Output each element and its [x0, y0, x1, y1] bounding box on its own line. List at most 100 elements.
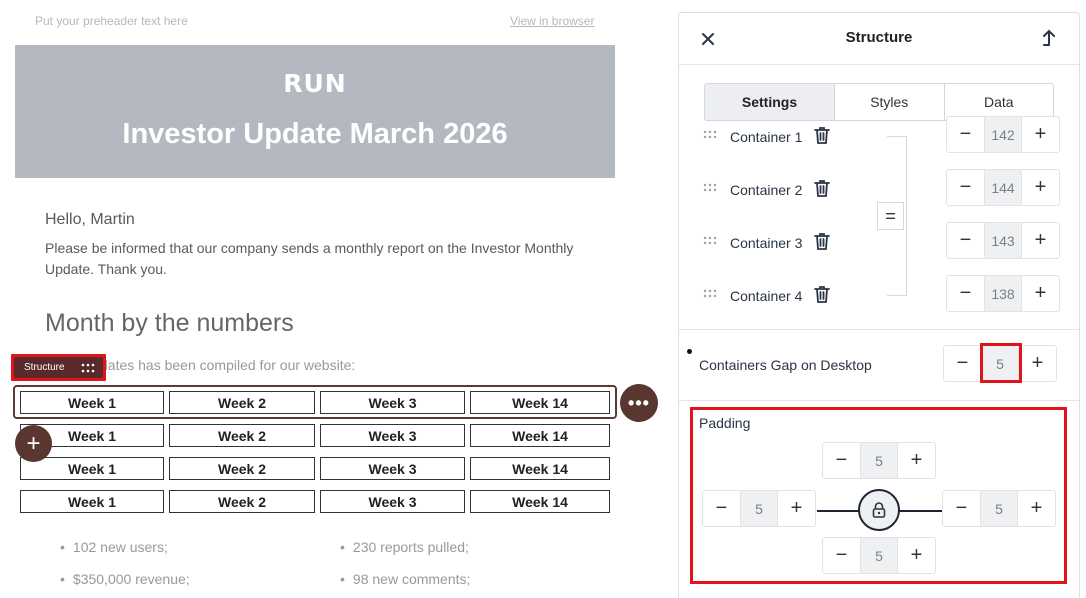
view-in-browser-link[interactable]: View in browser: [510, 14, 594, 28]
container-width-value[interactable]: 143: [984, 223, 1022, 258]
week-cell[interactable]: Week 14: [470, 424, 610, 447]
preheader-text: Put your preheader text here: [35, 14, 188, 28]
week-cell[interactable]: Week 14: [470, 457, 610, 480]
structure-tag[interactable]: Structure: [11, 354, 106, 381]
padding-left-value[interactable]: 5: [740, 491, 778, 526]
trash-icon[interactable]: [812, 178, 832, 198]
padding-top-value[interactable]: 5: [860, 443, 898, 478]
container-width-stepper: − 142 +: [946, 116, 1060, 153]
trash-icon[interactable]: [812, 125, 832, 145]
decrement-button[interactable]: −: [947, 223, 984, 258]
week-row: Week 1 Week 2 Week 3 Week 14: [20, 490, 610, 513]
trash-icon[interactable]: [812, 284, 832, 304]
container-label: Container 2: [730, 182, 803, 198]
list-item: 230 reports pulled;: [340, 531, 620, 563]
week-cell[interactable]: Week 1: [20, 490, 164, 513]
decrement-button[interactable]: −: [947, 117, 984, 152]
padding-lock-button[interactable]: [858, 489, 900, 531]
drag-handle-icon[interactable]: [703, 130, 717, 139]
add-block-button[interactable]: +: [15, 425, 52, 462]
decrement-button[interactable]: −: [823, 538, 860, 573]
week-cell[interactable]: Week 3: [320, 490, 465, 513]
divider: [679, 329, 1079, 330]
lock-icon: [872, 502, 886, 518]
increment-button[interactable]: +: [1022, 276, 1059, 311]
padding-label: Padding: [699, 415, 751, 431]
divider: [679, 400, 1079, 401]
tab-data[interactable]: Data: [945, 84, 1054, 120]
week-cell[interactable]: Week 3: [320, 457, 465, 480]
increment-button[interactable]: +: [1018, 491, 1055, 526]
week-cell[interactable]: Week 2: [169, 424, 315, 447]
drag-handle-icon[interactable]: [703, 183, 717, 192]
increment-button[interactable]: +: [898, 538, 935, 573]
week-cell[interactable]: Week 14: [470, 490, 610, 513]
containers-gap-label: Containers Gap on Desktop: [699, 357, 872, 373]
container-width-stepper: − 144 +: [946, 169, 1060, 206]
hero-banner: RUN Investor Update March 2026: [15, 45, 615, 178]
list-item: $350,000 revenue;: [60, 563, 340, 595]
section-title: Month by the numbers: [45, 309, 294, 337]
increment-button[interactable]: +: [1019, 346, 1056, 381]
increment-button[interactable]: +: [898, 443, 935, 478]
container-width-stepper: − 138 +: [946, 275, 1060, 312]
week-cell[interactable]: Week 3: [320, 424, 465, 447]
drag-handle-icon[interactable]: [81, 363, 95, 373]
padding-right-value[interactable]: 5: [980, 491, 1018, 526]
panel-title: Structure: [845, 29, 913, 46]
tab-settings[interactable]: Settings: [705, 84, 835, 120]
panel-header: Structure: [679, 13, 1079, 65]
decrement-button[interactable]: −: [943, 491, 980, 526]
increment-button[interactable]: +: [1022, 117, 1059, 152]
stats-bullets: 102 new users; 230 reports pulled; $350,…: [60, 531, 620, 595]
padding-right-stepper: − 5 +: [942, 490, 1056, 527]
padding-top-stepper: − 5 +: [822, 442, 936, 479]
increment-button[interactable]: +: [778, 491, 815, 526]
padding-bottom-stepper: − 5 +: [822, 537, 936, 574]
week-row: Week 1 Week 2 Week 3 Week 14: [20, 424, 610, 447]
week-cell[interactable]: Week 1: [20, 391, 164, 414]
week-cell[interactable]: Week 2: [169, 490, 315, 513]
tab-styles[interactable]: Styles: [835, 84, 945, 120]
padding-left-stepper: − 5 +: [702, 490, 816, 527]
bullet-dot: [687, 349, 692, 354]
container-width-value[interactable]: 142: [984, 117, 1022, 152]
more-options-button[interactable]: •••: [620, 384, 658, 422]
decrement-button[interactable]: −: [823, 443, 860, 478]
decrement-button[interactable]: −: [944, 346, 981, 381]
week-cell[interactable]: Week 3: [320, 391, 465, 414]
week-grid: Week 1 Week 2 Week 3 Week 14 Week 1 Week…: [20, 391, 610, 523]
week-cell[interactable]: Week 2: [169, 391, 315, 414]
increment-button[interactable]: +: [1022, 223, 1059, 258]
greeting-text: Hello, Martin: [45, 211, 135, 228]
trash-icon[interactable]: [812, 231, 832, 251]
increment-button[interactable]: +: [1022, 170, 1059, 205]
structure-tag-label: Structure: [24, 362, 65, 373]
list-item: 102 new users;: [60, 531, 340, 563]
week-cell[interactable]: Week 2: [169, 457, 315, 480]
drag-handle-icon[interactable]: [703, 289, 717, 298]
container-label: Container 1: [730, 129, 803, 145]
list-item: 98 new comments;: [340, 563, 620, 595]
container-label: Container 3: [730, 235, 803, 251]
logo: RUN: [283, 69, 347, 98]
collapse-icon[interactable]: [1041, 29, 1057, 47]
container-width-value[interactable]: 138: [984, 276, 1022, 311]
structure-panel: Structure Settings Styles Data Container…: [678, 12, 1080, 598]
drag-handle-icon[interactable]: [703, 236, 717, 245]
decrement-button[interactable]: −: [947, 170, 984, 205]
padding-bottom-value[interactable]: 5: [860, 538, 898, 573]
week-cell[interactable]: Week 14: [470, 391, 610, 414]
week-row: Week 1 Week 2 Week 3 Week 14: [20, 457, 610, 480]
intro-text: Please be informed that our company send…: [45, 240, 574, 277]
equalize-widths-button[interactable]: =: [877, 202, 904, 230]
decrement-button[interactable]: −: [703, 491, 740, 526]
container-width-stepper: − 143 +: [946, 222, 1060, 259]
week-row: Week 1 Week 2 Week 3 Week 14: [20, 391, 610, 414]
hero-title: Investor Update March 2026: [122, 118, 508, 150]
container-width-value[interactable]: 144: [984, 170, 1022, 205]
decrement-button[interactable]: −: [947, 276, 984, 311]
gap-value-highlight: [980, 343, 1022, 383]
container-label: Container 4: [730, 288, 803, 304]
week-cell[interactable]: Week 1: [20, 457, 164, 480]
